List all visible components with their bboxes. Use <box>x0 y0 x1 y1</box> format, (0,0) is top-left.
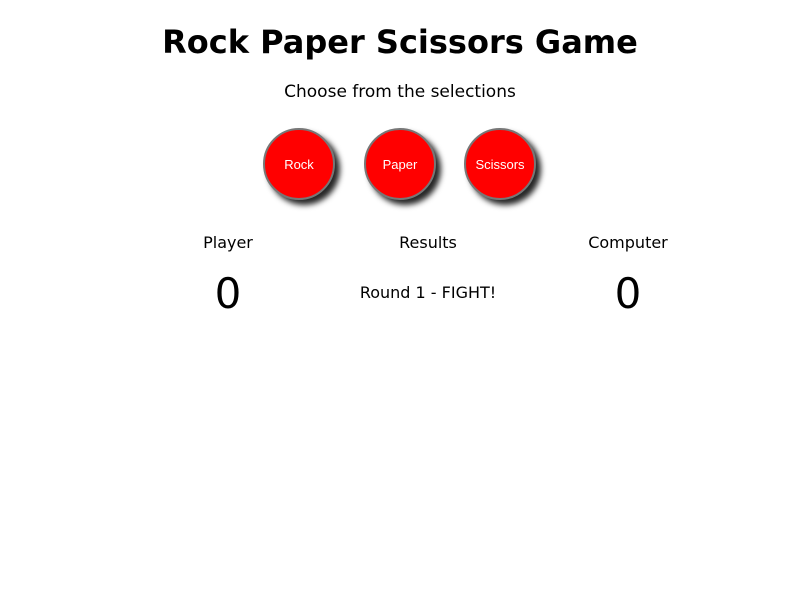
player-label: Player <box>203 233 253 252</box>
computer-label: Computer <box>588 233 668 252</box>
computer-score: 0 <box>614 269 642 318</box>
results-label: Results <box>399 233 457 252</box>
rock-button[interactable]: Rock <box>263 128 335 200</box>
scissors-button[interactable]: Scissors <box>464 128 536 200</box>
instructions-text: Choose from the selections <box>284 82 516 102</box>
page-title: Rock Paper Scissors Game <box>162 23 638 61</box>
paper-button[interactable]: Paper <box>364 128 436 200</box>
game-page: Rock Paper Scissors Game Choose from the… <box>0 0 800 600</box>
round-result-text: Round 1 - FIGHT! <box>359 283 497 302</box>
player-score: 0 <box>214 269 242 318</box>
choice-buttons: Rock Paper Scissors <box>0 128 800 204</box>
